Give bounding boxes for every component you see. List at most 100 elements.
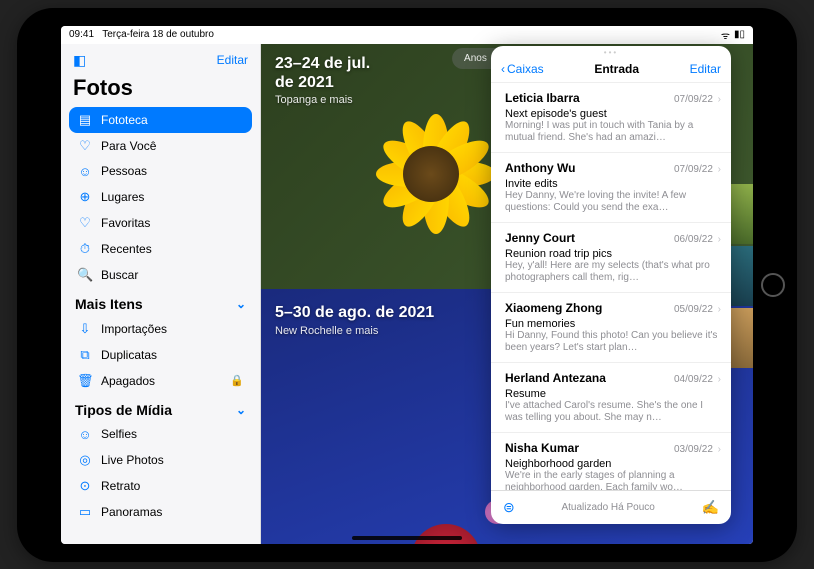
card-subtitle: Topanga e mais (275, 94, 353, 106)
sidebar-item-places[interactable]: ⊕ Lugares (69, 184, 252, 210)
livephoto-icon: ◎ (77, 452, 93, 468)
sidebar-item-label: Apagados (101, 374, 155, 388)
sidebar-item-portrait[interactable]: ⊙ Retrato (69, 473, 252, 499)
import-icon: ⇩ (77, 321, 93, 337)
mail-item[interactable]: Leticia Ibarra 07/09/22 › Next episode's… (491, 83, 731, 153)
sidebar-item-favorites[interactable]: ♡ Favoritas (69, 210, 252, 236)
card-subtitle: New Rochelle e mais (275, 325, 378, 337)
lock-icon: 🔒 (230, 374, 244, 387)
ipad-frame: 09:41 Terça-feira 18 de outubro ᯤ ▮▯ ◧ E… (17, 8, 797, 562)
photos-sidebar: ◧ Editar Fotos ▤ Fototeca ♡ Para Você ☺ … (61, 44, 261, 544)
chevron-down-icon: ⌄ (236, 297, 246, 311)
chevron-down-icon: ⌄ (236, 403, 246, 417)
sidebar-item-imports[interactable]: ⇩ Importações (69, 316, 252, 342)
mail-preview: Hey, y'all! Here are my selects (that's … (505, 260, 721, 285)
mail-edit-button[interactable]: Editar (690, 62, 721, 76)
library-icon: ▤ (77, 112, 93, 128)
mail-date: 04/09/22 (674, 374, 713, 385)
status-time: 09:41 (69, 29, 94, 40)
compose-icon[interactable]: ✍ (702, 499, 719, 516)
mail-subject: Next episode's guest (505, 108, 721, 120)
mail-item[interactable]: Anthony Wu 07/09/22 › Invite edits Hey D… (491, 153, 731, 223)
sidebar-item-library[interactable]: ▤ Fototeca (69, 107, 252, 133)
sidebar-title: Fotos (69, 75, 252, 107)
sidebar-item-panoramas[interactable]: ▭ Panoramas (69, 499, 252, 525)
trash-icon: 🗑 (77, 373, 93, 389)
sidebar-item-label: Para Você (101, 139, 156, 153)
mail-preview: Hey Danny, We're loving the invite! A fe… (505, 190, 721, 215)
home-indicator[interactable] (352, 536, 462, 540)
duplicates-icon: ⧉ (77, 347, 93, 363)
mail-preview: Morning! I was put in touch with Tania b… (505, 120, 721, 145)
sidebar-item-label: Fototeca (101, 113, 148, 127)
mail-subject: Invite edits (505, 178, 721, 190)
sidebar-item-people[interactable]: ☺ Pessoas (69, 159, 252, 184)
places-icon: ⊕ (77, 189, 93, 205)
sidebar-item-livephotos[interactable]: ◎ Live Photos (69, 447, 252, 473)
sidebar-item-label: Live Photos (101, 453, 164, 467)
mail-sender: Nisha Kumar (505, 441, 579, 455)
mail-item[interactable]: Nisha Kumar 03/09/22 › Neighborhood gard… (491, 433, 731, 490)
mail-slideover: ••• ‹ Caixas Entrada Editar Leticia Ibar… (491, 46, 731, 524)
slideover-grabber[interactable]: ••• (491, 46, 731, 60)
mail-toolbar: ⊜ Atualizado Há Pouco ✍ (491, 490, 731, 524)
chevron-right-icon: › (715, 234, 721, 245)
mail-date: 06/09/22 (674, 234, 713, 245)
mail-back-button[interactable]: ‹ Caixas (501, 62, 544, 76)
mail-item[interactable]: Xiaomeng Zhong 05/09/22 › Fun memories H… (491, 293, 731, 363)
mail-sender: Xiaomeng Zhong (505, 301, 602, 315)
card-title: 5–30 de ago. de 2021 (275, 303, 434, 322)
home-button[interactable] (761, 273, 785, 297)
mail-date: 07/09/22 (674, 94, 713, 105)
mail-sender: Anthony Wu (505, 161, 575, 175)
mail-date: 05/09/22 (674, 304, 713, 315)
mail-preview: Hi Danny, Found this photo! Can you beli… (505, 330, 721, 355)
mail-item[interactable]: Jenny Court 06/09/22 › Reunion road trip… (491, 223, 731, 293)
sidebar-edit-button[interactable]: Editar (217, 53, 248, 67)
search-icon: 🔍 (77, 267, 93, 283)
status-bar: 09:41 Terça-feira 18 de outubro ᯤ ▮▯ (61, 26, 753, 44)
mail-preview: I've attached Carol's resume. She's the … (505, 400, 721, 425)
section-more[interactable]: Mais Itens ⌄ (69, 288, 252, 316)
heart-icon: ♡ (77, 215, 93, 231)
sidebar-item-foryou[interactable]: ♡ Para Você (69, 133, 252, 159)
sidebar-item-label: Selfies (101, 427, 137, 441)
chevron-right-icon: › (715, 94, 721, 105)
sidebar-item-selfies[interactable]: ☺ Selfies (69, 422, 252, 447)
battery-icon: ▮▯ (734, 29, 745, 40)
people-icon: ☺ (77, 164, 93, 179)
chevron-right-icon: › (715, 444, 721, 455)
mail-subject: Fun memories (505, 318, 721, 330)
mail-date: 07/09/22 (674, 164, 713, 175)
filter-icon[interactable]: ⊜ (503, 499, 515, 516)
sidebar-item-label: Pessoas (101, 164, 147, 178)
sidebar-item-deleted[interactable]: 🗑 Apagados 🔒 (69, 368, 252, 394)
mail-list[interactable]: Leticia Ibarra 07/09/22 › Next episode's… (491, 83, 731, 490)
mail-title: Entrada (594, 62, 639, 76)
mail-sender: Jenny Court (505, 231, 575, 245)
mail-subject: Resume (505, 388, 721, 400)
sidebar-item-label: Recentes (101, 242, 152, 256)
portrait-icon: ⊙ (77, 478, 93, 494)
sidebar-item-search[interactable]: 🔍 Buscar (69, 262, 252, 288)
mail-item[interactable]: Herland Antezana 04/09/22 › Resume I've … (491, 363, 731, 433)
sidebar-item-recents[interactable]: ⏱ Recentes (69, 236, 252, 262)
chevron-right-icon: › (715, 164, 721, 175)
mail-date: 03/09/22 (674, 444, 713, 455)
status-date: Terça-feira 18 de outubro (102, 29, 214, 40)
mail-subject: Reunion road trip pics (505, 248, 721, 260)
screen: 09:41 Terça-feira 18 de outubro ᯤ ▮▯ ◧ E… (61, 26, 753, 544)
sidebar-item-label: Panoramas (101, 505, 162, 519)
sidebar-item-duplicates[interactable]: ⧉ Duplicatas (69, 342, 252, 368)
clock-icon: ⏱ (77, 241, 93, 257)
card-title: 23–24 de jul. de 2021 (275, 54, 370, 92)
chevron-left-icon: ‹ (501, 62, 505, 76)
section-media[interactable]: Tipos de Mídia ⌄ (69, 394, 252, 422)
sidebar-item-label: Buscar (101, 268, 138, 282)
panorama-icon: ▭ (77, 504, 93, 520)
sidebar-item-label: Lugares (101, 190, 144, 204)
mail-status: Atualizado Há Pouco (561, 502, 654, 513)
sidebar-toggle-icon[interactable]: ◧ (73, 52, 86, 69)
mail-preview: We're in the early stages of planning a … (505, 470, 721, 490)
sidebar-item-label: Duplicatas (101, 348, 157, 362)
